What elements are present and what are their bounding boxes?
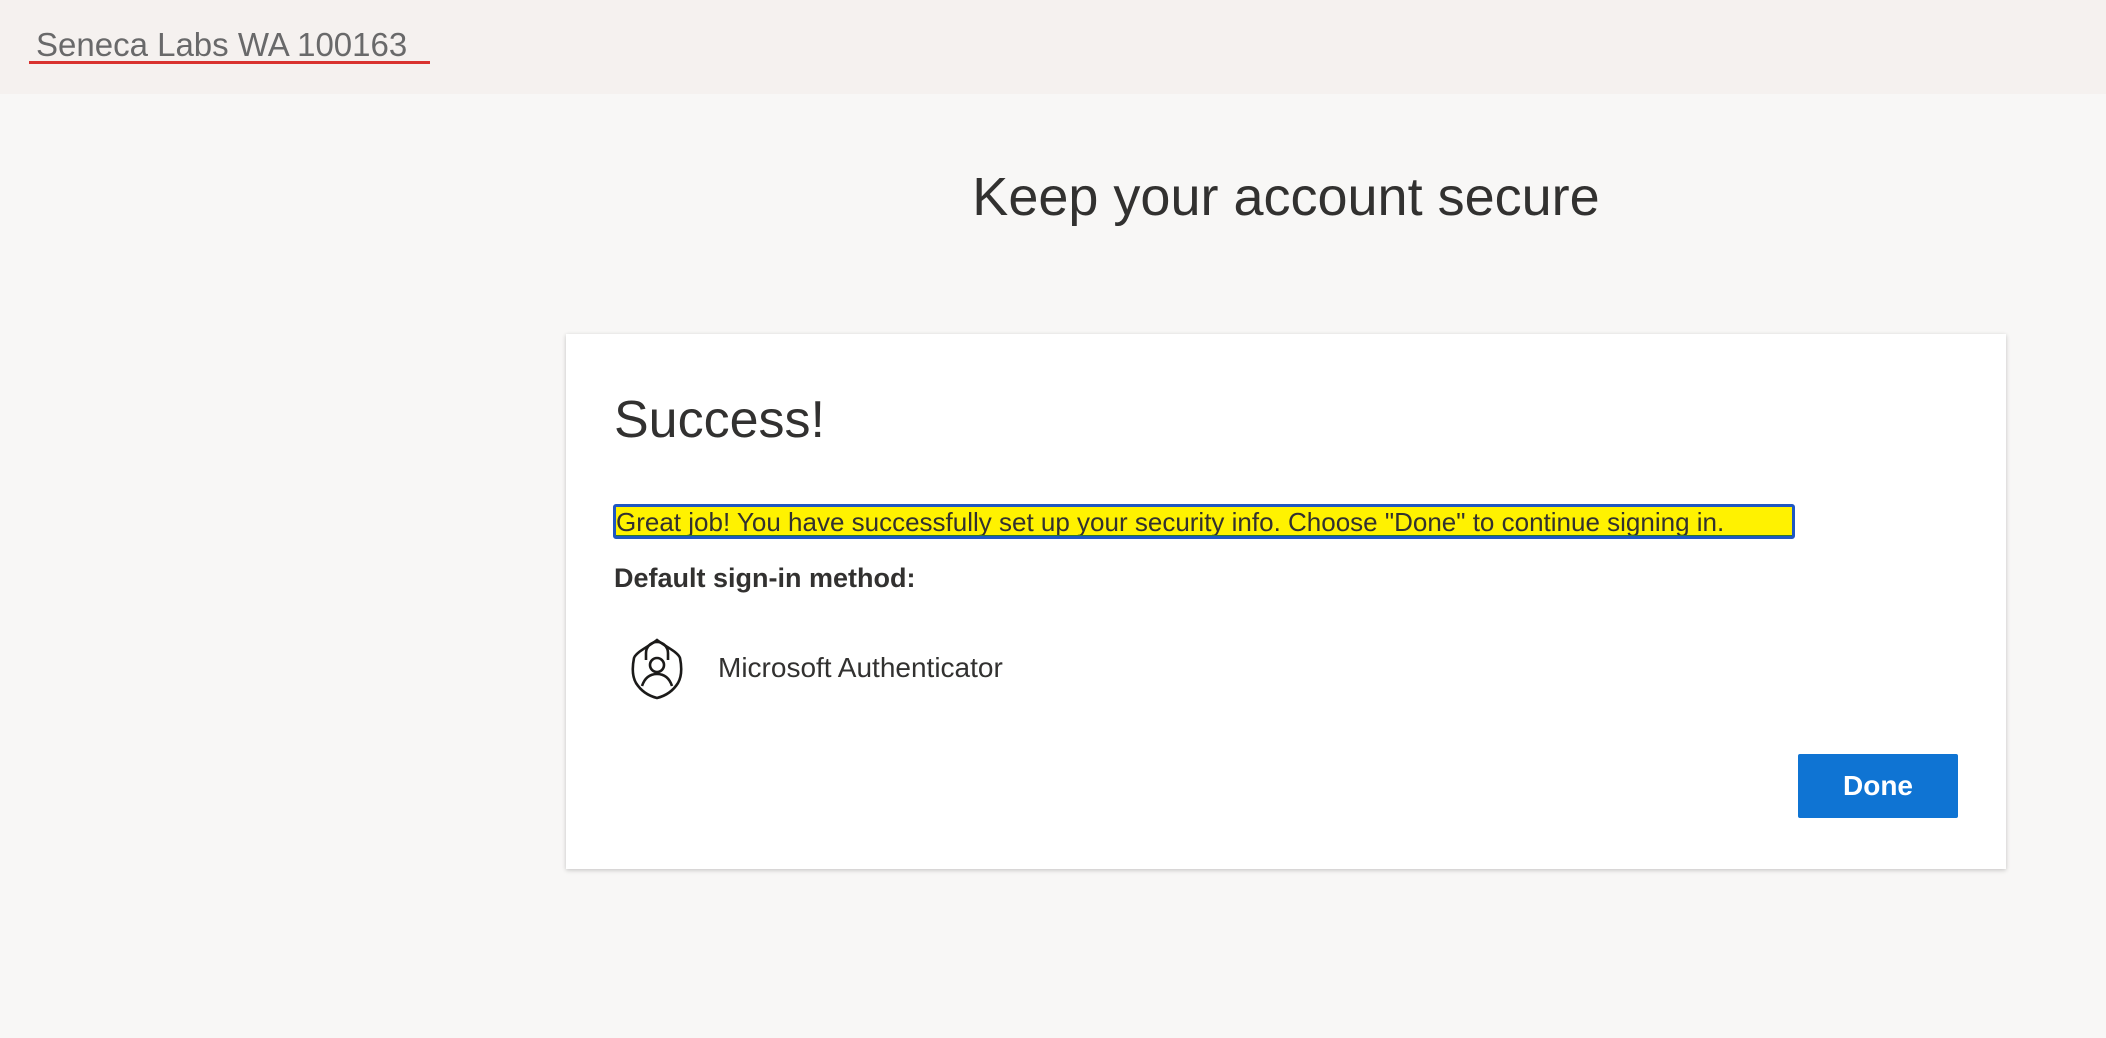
card-title: Success! — [614, 391, 825, 449]
top-bar: Seneca Labs WA 100163 — [0, 0, 2106, 94]
default-method-label: Default sign-in method: — [614, 563, 916, 593]
success-message-box: Great job! You have successfully set up … — [613, 504, 1795, 539]
organization-name-underline — [29, 61, 430, 64]
done-button[interactable]: Done — [1798, 754, 1958, 818]
success-card: Success! Great job! You have successfull… — [566, 334, 2006, 869]
success-message: Great job! You have successfully set up … — [616, 508, 1792, 536]
method-name: Microsoft Authenticator — [718, 652, 1003, 683]
page-title: Keep your account secure — [972, 167, 1600, 227]
authenticator-lock-icon — [630, 636, 684, 700]
organization-name: Seneca Labs WA 100163 — [36, 26, 408, 63]
